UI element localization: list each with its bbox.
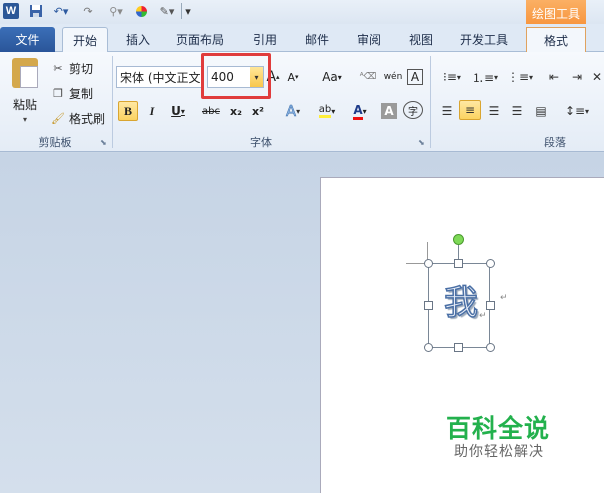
ribbon-tabs: 文件 开始 插入 页面布局 引用 邮件 审阅 视图 开发工具 格式 bbox=[0, 24, 604, 53]
subscript-button[interactable]: x₂ bbox=[227, 101, 245, 121]
tab-view[interactable]: 视图 bbox=[401, 27, 441, 52]
group-separator bbox=[112, 56, 113, 148]
cut-label: 剪切 bbox=[69, 61, 94, 76]
copy-icon: ❐ bbox=[53, 86, 63, 100]
group-separator bbox=[430, 56, 431, 148]
clear-format-button[interactable]: ᴬ⌫ bbox=[359, 67, 377, 87]
resize-handle-bottom-right[interactable] bbox=[486, 343, 495, 352]
tab-review[interactable]: 审阅 bbox=[349, 27, 389, 52]
undo-icon[interactable]: ↶▾ bbox=[51, 3, 71, 19]
tab-references[interactable]: 引用 bbox=[245, 27, 285, 52]
pen-icon[interactable]: ✎▾ bbox=[156, 3, 178, 19]
drawing-tools-header: 绘图工具 bbox=[526, 0, 586, 26]
line-spacing-button[interactable]: ↕≡ ▾ bbox=[563, 101, 591, 121]
resize-handle-left[interactable] bbox=[424, 301, 433, 310]
highlighter-icon: ab bbox=[318, 104, 332, 118]
align-right-button[interactable]: ☰ bbox=[485, 101, 503, 121]
paragraph-group-label: 段落 bbox=[544, 136, 566, 149]
quick-access-toolbar: W ↶▾ ↷ ⚲▾ ✎▾ ▾ bbox=[0, 0, 604, 24]
save-icon[interactable] bbox=[28, 3, 43, 19]
scissors-icon: ✂ bbox=[53, 61, 63, 75]
tab-mailings[interactable]: 邮件 bbox=[297, 27, 337, 52]
strikethrough-button[interactable]: abc bbox=[200, 101, 222, 121]
font-name-combobox[interactable]: 宋体 (中文正文) bbox=[116, 66, 202, 88]
distributed-button[interactable]: ▤ bbox=[531, 101, 551, 121]
font-group-label: 字体 bbox=[250, 136, 272, 149]
justify-button[interactable]: ☰ bbox=[508, 101, 526, 121]
multilevel-list-button[interactable]: ⋮≡ ▾ bbox=[505, 67, 535, 87]
shrink-font-button[interactable]: A ▾ bbox=[285, 67, 301, 87]
decrease-indent-button[interactable]: ⇤ bbox=[545, 67, 563, 87]
change-case-button[interactable]: Aa ▾ bbox=[317, 67, 347, 87]
watermark-title: 百科全说 bbox=[446, 414, 551, 443]
paintbrush-icon: 🖌 bbox=[51, 111, 65, 125]
format-painter-label: 格式刷 bbox=[69, 111, 106, 126]
watermark-subtitle: 助你轻松解决 bbox=[454, 444, 544, 460]
phonetic-guide-button[interactable]: wén bbox=[382, 67, 404, 87]
tab-page-layout[interactable]: 页面布局 bbox=[168, 27, 232, 52]
more-paragraph-button[interactable]: ✕ bbox=[590, 67, 604, 87]
resize-handle-top-right[interactable] bbox=[486, 259, 495, 268]
text-effects-button[interactable]: A ▾ bbox=[279, 101, 307, 121]
clipboard-icon bbox=[12, 58, 38, 88]
align-center-button[interactable]: ≡ bbox=[459, 100, 481, 120]
color-wheel-icon[interactable] bbox=[134, 3, 148, 19]
font-color-button[interactable]: A ▾ bbox=[346, 101, 374, 121]
format-brush-icon[interactable]: ⚲▾ bbox=[104, 3, 128, 19]
bullets-button[interactable]: ⁝≡ ▾ bbox=[438, 67, 466, 87]
copy-label: 复制 bbox=[69, 86, 94, 101]
italic-button[interactable]: I bbox=[144, 101, 160, 121]
char-border-button[interactable]: A bbox=[407, 69, 423, 85]
text-box-character: 我 bbox=[443, 282, 479, 324]
customize-qat-icon[interactable]: ▾ bbox=[183, 3, 193, 19]
paragraph-mark: ↵ bbox=[500, 293, 508, 303]
copy-button[interactable]: ❐ 复制 bbox=[50, 83, 93, 103]
tab-developer[interactable]: 开发工具 bbox=[452, 27, 516, 52]
clipboard-group-label: 剪贴板 bbox=[38, 136, 72, 149]
font-size-highlight bbox=[201, 53, 271, 99]
resize-handle-top[interactable] bbox=[454, 259, 463, 268]
numbering-button[interactable]: ⒈≡ ▾ bbox=[470, 67, 500, 87]
tab-file[interactable]: 文件 bbox=[0, 27, 55, 52]
increase-indent-button[interactable]: ⇥ bbox=[568, 67, 586, 87]
align-left-button[interactable]: ☰ bbox=[438, 101, 456, 121]
ribbon: 粘贴 ▾ ✂ 剪切 ❐ 复制 🖌 格式刷 剪贴板 ⬊ 宋体 (中文正文) 400 ▾ … bbox=[0, 52, 604, 152]
resize-handle-bottom[interactable] bbox=[454, 343, 463, 352]
paste-button[interactable]: 粘贴 ▾ bbox=[6, 56, 44, 128]
font-launcher-icon[interactable]: ⬊ bbox=[418, 138, 425, 147]
tab-format[interactable]: 格式 bbox=[526, 27, 586, 52]
paragraph-mark: ↵ bbox=[479, 311, 487, 321]
qat-separator bbox=[181, 3, 182, 19]
clipboard-launcher-icon[interactable]: ⬊ bbox=[100, 138, 107, 147]
cut-button[interactable]: ✂ 剪切 bbox=[50, 58, 93, 78]
word-logo-icon[interactable]: W bbox=[3, 3, 19, 19]
resize-handle-bottom-left[interactable] bbox=[424, 343, 433, 352]
chevron-down-icon[interactable]: ▾ bbox=[23, 115, 27, 124]
superscript-button[interactable]: x² bbox=[249, 101, 267, 121]
highlight-color-button[interactable]: ab ▾ bbox=[312, 101, 342, 121]
format-painter-button[interactable]: 🖌 格式刷 bbox=[50, 108, 105, 128]
rotate-handle[interactable] bbox=[453, 234, 464, 245]
resize-handle-top-left[interactable] bbox=[424, 259, 433, 268]
underline-button[interactable]: U ▾ bbox=[166, 101, 190, 121]
tab-insert[interactable]: 插入 bbox=[118, 27, 158, 52]
enclosed-char-button[interactable]: 字 bbox=[403, 101, 423, 119]
redo-icon[interactable]: ↷ bbox=[80, 3, 96, 19]
paste-label: 粘贴 bbox=[12, 98, 37, 112]
tab-home[interactable]: 开始 bbox=[62, 27, 108, 53]
resize-handle-right[interactable] bbox=[486, 301, 495, 310]
char-shading-button[interactable]: A bbox=[381, 103, 397, 119]
bold-button[interactable]: B bbox=[118, 101, 138, 121]
